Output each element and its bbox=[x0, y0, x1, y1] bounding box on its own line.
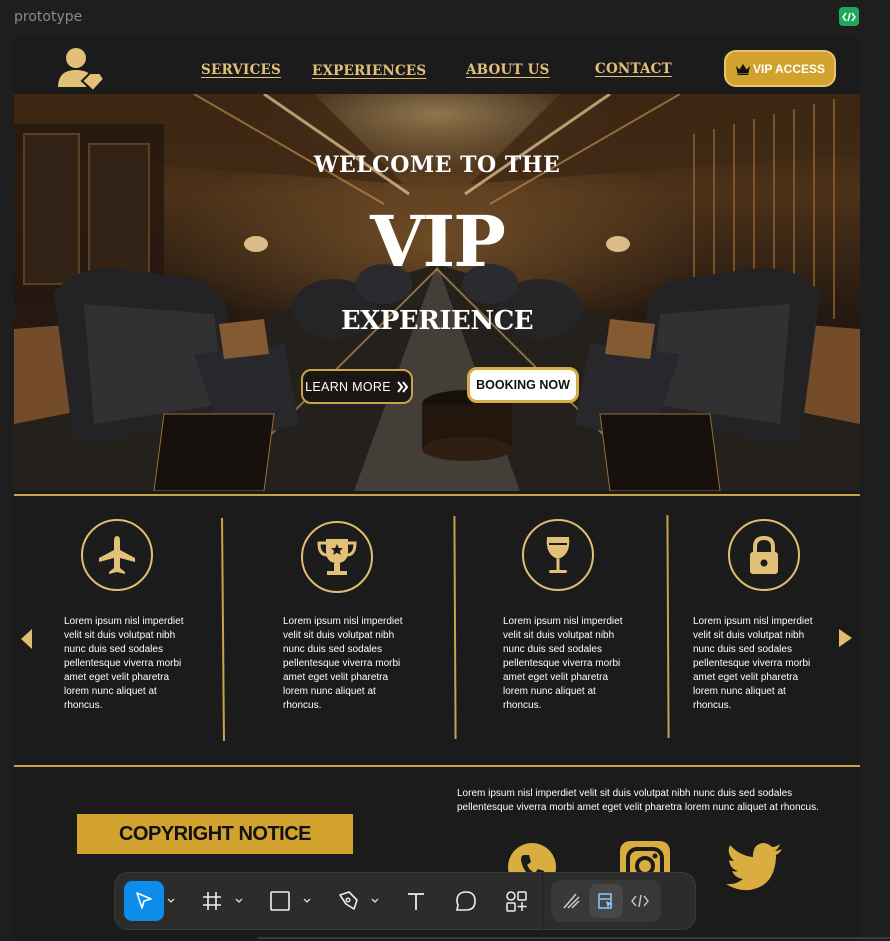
rectangle-tool-button[interactable] bbox=[260, 881, 300, 921]
nav-link-services[interactable]: SERVICES bbox=[201, 62, 281, 78]
vip-access-label: VIP ACCESS bbox=[752, 61, 826, 76]
shapes-plus-icon bbox=[506, 891, 527, 912]
components-tool-button[interactable] bbox=[496, 881, 536, 921]
vip-access-button[interactable]: VIP ACCESS bbox=[724, 50, 836, 87]
hero-experience-text: EXPERIENCE bbox=[340, 306, 534, 336]
column-divider bbox=[666, 514, 670, 739]
section-divider bbox=[14, 494, 860, 496]
airplane-icon bbox=[81, 519, 153, 591]
code-brackets-icon bbox=[631, 894, 649, 908]
feature-description: Lorem ipsum nisl imperdiet velit sit dui… bbox=[693, 616, 813, 711]
footer-divider bbox=[14, 765, 860, 767]
canvas-scrollbar[interactable] bbox=[257, 937, 890, 939]
hero-vip-text: VIP bbox=[370, 200, 506, 283]
frame-hash-icon bbox=[203, 892, 221, 910]
prototype-frame: SERVICES EXPERIENCES ABOUT US CONTACT VI… bbox=[14, 37, 860, 941]
comment-bubble-icon bbox=[456, 891, 476, 911]
feature-description: Lorem ipsum nisl imperdiet velit sit dui… bbox=[503, 616, 623, 711]
draw-mode-button[interactable] bbox=[555, 884, 589, 918]
booking-now-button[interactable]: BOOKING NOW bbox=[467, 367, 579, 403]
nav-link-contact[interactable]: CONTACT bbox=[595, 61, 672, 77]
design-mode-button[interactable] bbox=[589, 884, 623, 918]
nav-link-about-us[interactable]: ABOUT US bbox=[466, 62, 550, 78]
twitter-icon[interactable] bbox=[724, 841, 786, 895]
chevron-down-icon[interactable] bbox=[232, 881, 246, 921]
copyright-notice[interactable]: COPYRIGHT NOTICE bbox=[77, 814, 353, 854]
hero-banner: WELCOME TO THE VIP EXPERIENCE LEARN MORE… bbox=[14, 94, 860, 491]
nav-link-experiences[interactable]: EXPERIENCES bbox=[312, 63, 426, 79]
chevron-down-icon[interactable] bbox=[368, 881, 382, 921]
double-chevron-right-icon bbox=[397, 380, 409, 393]
chevron-down-icon[interactable] bbox=[164, 881, 178, 921]
lock-icon bbox=[728, 519, 800, 591]
dev-mode-button[interactable] bbox=[623, 884, 657, 918]
learn-more-label: LEARN MORE bbox=[305, 379, 391, 394]
cursor-arrow-icon bbox=[136, 892, 152, 909]
trophy-icon bbox=[301, 521, 373, 593]
carousel-next-arrow-icon[interactable] bbox=[839, 629, 852, 647]
vip-person-logo-icon[interactable] bbox=[54, 45, 106, 97]
pen-nib-icon bbox=[339, 891, 358, 910]
comment-tool-button[interactable] bbox=[446, 881, 486, 921]
wine-glass-icon bbox=[522, 519, 594, 591]
design-cursor-icon bbox=[598, 893, 613, 909]
feature-description: Lorem ipsum nisl imperdiet velit sit dui… bbox=[64, 616, 184, 711]
frame-tool-button[interactable] bbox=[192, 881, 232, 921]
column-divider bbox=[453, 515, 457, 740]
column-divider bbox=[221, 517, 225, 742]
code-icon[interactable] bbox=[839, 7, 859, 26]
app-title: prototype bbox=[14, 9, 83, 25]
text-tool-button[interactable] bbox=[396, 881, 436, 921]
carousel-prev-arrow-icon[interactable] bbox=[21, 629, 32, 649]
design-toolbar bbox=[114, 872, 696, 930]
pen-tool-button[interactable] bbox=[328, 881, 368, 921]
chevron-down-icon[interactable] bbox=[300, 881, 314, 921]
text-t-icon bbox=[408, 893, 424, 910]
footer-description: Lorem ipsum nisl imperdiet velit sit dui… bbox=[457, 788, 819, 813]
feature-description: Lorem ipsum nisl imperdiet velit sit dui… bbox=[283, 616, 403, 711]
hero-welcome-text: WELCOME TO THE bbox=[313, 152, 561, 178]
mode-switcher bbox=[551, 880, 661, 922]
scribble-icon bbox=[563, 893, 580, 909]
toolbar-separator bbox=[542, 872, 543, 930]
move-tool-button[interactable] bbox=[124, 881, 164, 921]
rectangle-icon bbox=[270, 891, 290, 911]
crown-icon bbox=[735, 63, 750, 75]
learn-more-button[interactable]: LEARN MORE bbox=[301, 369, 413, 404]
